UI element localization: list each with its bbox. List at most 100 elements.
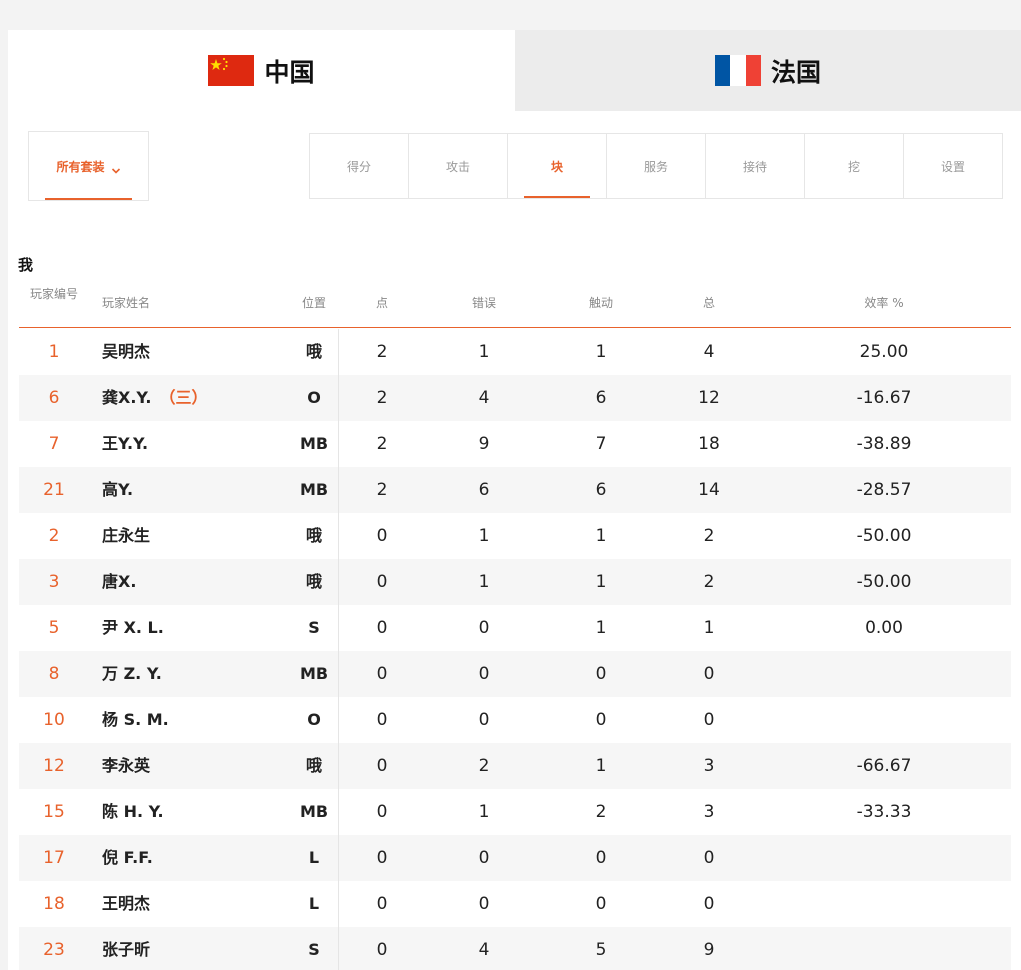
table-row: 18 王明杰 L 0 0 0 0 — [19, 881, 1011, 927]
player-name[interactable]: 李永英 — [102, 743, 158, 789]
block-total: 4 — [703, 342, 715, 362]
team-tabs: 中国 法国 — [8, 30, 1021, 111]
block-points: 0 — [376, 756, 388, 776]
player-number[interactable]: 15 — [19, 789, 89, 835]
player-name-text: 王明杰 — [102, 894, 151, 913]
block-errors: 0 — [478, 710, 490, 730]
block-total: 0 — [703, 664, 715, 684]
block-efficiency: -28.57 — [856, 480, 912, 500]
block-touches: 0 — [595, 664, 607, 684]
player-position: MB — [299, 802, 329, 821]
tab-serve[interactable]: 服务 — [607, 134, 706, 198]
block-efficiency — [834, 835, 934, 881]
player-rows: 1 吴明杰 哦 2 1 1 4 25.00 6 龚X.Y. （三） O 2 4 6… — [19, 329, 1011, 970]
player-name[interactable]: 王Y.Y. — [102, 421, 156, 467]
block-points: 0 — [376, 572, 388, 592]
player-number[interactable]: 12 — [19, 743, 89, 789]
cn-flag-icon — [208, 55, 255, 86]
set-filter-dropdown[interactable]: 所有套装 — [28, 131, 149, 201]
tab-set[interactable]: 设置 — [904, 134, 1002, 198]
player-position: 哦 — [305, 526, 322, 545]
player-name[interactable]: 庄永生 — [102, 513, 158, 559]
block-points: 0 — [376, 618, 388, 638]
tab-dig[interactable]: 挖 — [805, 134, 904, 198]
player-number[interactable]: 6 — [19, 375, 89, 421]
table-row: 7 王Y.Y. MB 2 9 7 18 -38.89 — [19, 421, 1011, 467]
player-name[interactable]: 龚X.Y. （三） — [102, 375, 207, 421]
table-row: 17 倪 F.F. L 0 0 0 0 — [19, 835, 1011, 881]
player-number[interactable]: 17 — [19, 835, 89, 881]
player-number[interactable]: 23 — [19, 927, 89, 970]
captain-tag: （三） — [159, 388, 208, 407]
player-name[interactable]: 倪 F.F. — [102, 835, 161, 881]
block-errors: 4 — [478, 388, 490, 408]
table-row: 12 李永英 哦 0 2 1 3 -66.67 — [19, 743, 1011, 789]
table-row: 1 吴明杰 哦 2 1 1 4 25.00 — [19, 329, 1011, 375]
team-name-china: 中国 — [264, 57, 315, 87]
team-tab-china[interactable]: 中国 — [8, 30, 515, 111]
player-name[interactable]: 陈 H. Y. — [102, 789, 172, 835]
player-name-text: 张子昕 — [102, 940, 151, 959]
block-points: 0 — [376, 848, 388, 868]
player-name-text: 王Y.Y. — [102, 434, 149, 453]
block-points: 0 — [376, 940, 388, 960]
player-name[interactable]: 吴明杰 — [102, 329, 158, 375]
block-total: 3 — [703, 802, 715, 822]
block-points: 0 — [376, 802, 388, 822]
block-errors: 1 — [478, 342, 490, 362]
player-number[interactable]: 7 — [19, 421, 89, 467]
player-name[interactable]: 唐X. — [102, 559, 144, 605]
block-errors: 1 — [478, 572, 490, 592]
player-number[interactable]: 8 — [19, 651, 89, 697]
block-touches: 0 — [595, 848, 607, 868]
header-points: 点 — [375, 296, 388, 310]
chevron-down-icon — [111, 161, 121, 174]
player-number[interactable]: 1 — [19, 329, 89, 375]
tab-block[interactable]: 块 — [508, 134, 607, 198]
block-total: 18 — [698, 434, 720, 454]
player-name[interactable]: 杨 S. M. — [102, 697, 177, 743]
block-efficiency — [834, 697, 934, 743]
block-touches: 1 — [595, 572, 607, 592]
player-position: MB — [299, 664, 329, 683]
player-number[interactable]: 21 — [19, 467, 89, 513]
block-total: 3 — [703, 756, 715, 776]
player-number[interactable]: 5 — [19, 605, 89, 651]
block-points: 0 — [376, 894, 388, 914]
player-name[interactable]: 尹 X. L. — [102, 605, 172, 651]
section-title: 我 — [18, 256, 34, 274]
block-points: 0 — [376, 664, 388, 684]
block-touches: 1 — [595, 342, 607, 362]
block-efficiency: -50.00 — [856, 572, 912, 592]
block-touches: 6 — [595, 480, 607, 500]
player-position: L — [308, 894, 320, 913]
player-name-text: 高Y. — [102, 480, 134, 499]
player-number[interactable]: 10 — [19, 697, 89, 743]
player-name[interactable]: 万 Z. Y. — [102, 651, 170, 697]
block-total: 0 — [703, 848, 715, 868]
player-number[interactable]: 2 — [19, 513, 89, 559]
player-position: 哦 — [305, 342, 322, 361]
block-total: 9 — [703, 940, 715, 960]
block-total: 0 — [703, 710, 715, 730]
tab-attack[interactable]: 攻击 — [409, 134, 508, 198]
block-efficiency — [834, 651, 934, 697]
player-number[interactable]: 18 — [19, 881, 89, 927]
block-errors: 9 — [478, 434, 490, 454]
player-number[interactable]: 3 — [19, 559, 89, 605]
block-touches: 7 — [595, 434, 607, 454]
header-player-number: 玩家编号 — [29, 287, 78, 301]
tab-reception[interactable]: 接待 — [706, 134, 805, 198]
player-name-text: 吴明杰 — [102, 342, 151, 361]
block-errors: 1 — [478, 802, 490, 822]
table-row: 15 陈 H. Y. MB 0 1 2 3 -33.33 — [19, 789, 1011, 835]
table-row: 23 张子昕 S 0 4 5 9 — [19, 927, 1011, 970]
tab-scoring[interactable]: 得分 — [310, 134, 409, 198]
team-tab-france[interactable]: 法国 — [515, 30, 1021, 111]
player-name[interactable]: 高Y. — [102, 467, 141, 513]
block-touches: 6 — [595, 388, 607, 408]
player-name[interactable]: 张子昕 — [102, 927, 158, 970]
set-filter-label: 所有套装 — [56, 159, 105, 174]
player-name[interactable]: 王明杰 — [102, 881, 158, 927]
table-row: 10 杨 S. M. O 0 0 0 0 — [19, 697, 1011, 743]
